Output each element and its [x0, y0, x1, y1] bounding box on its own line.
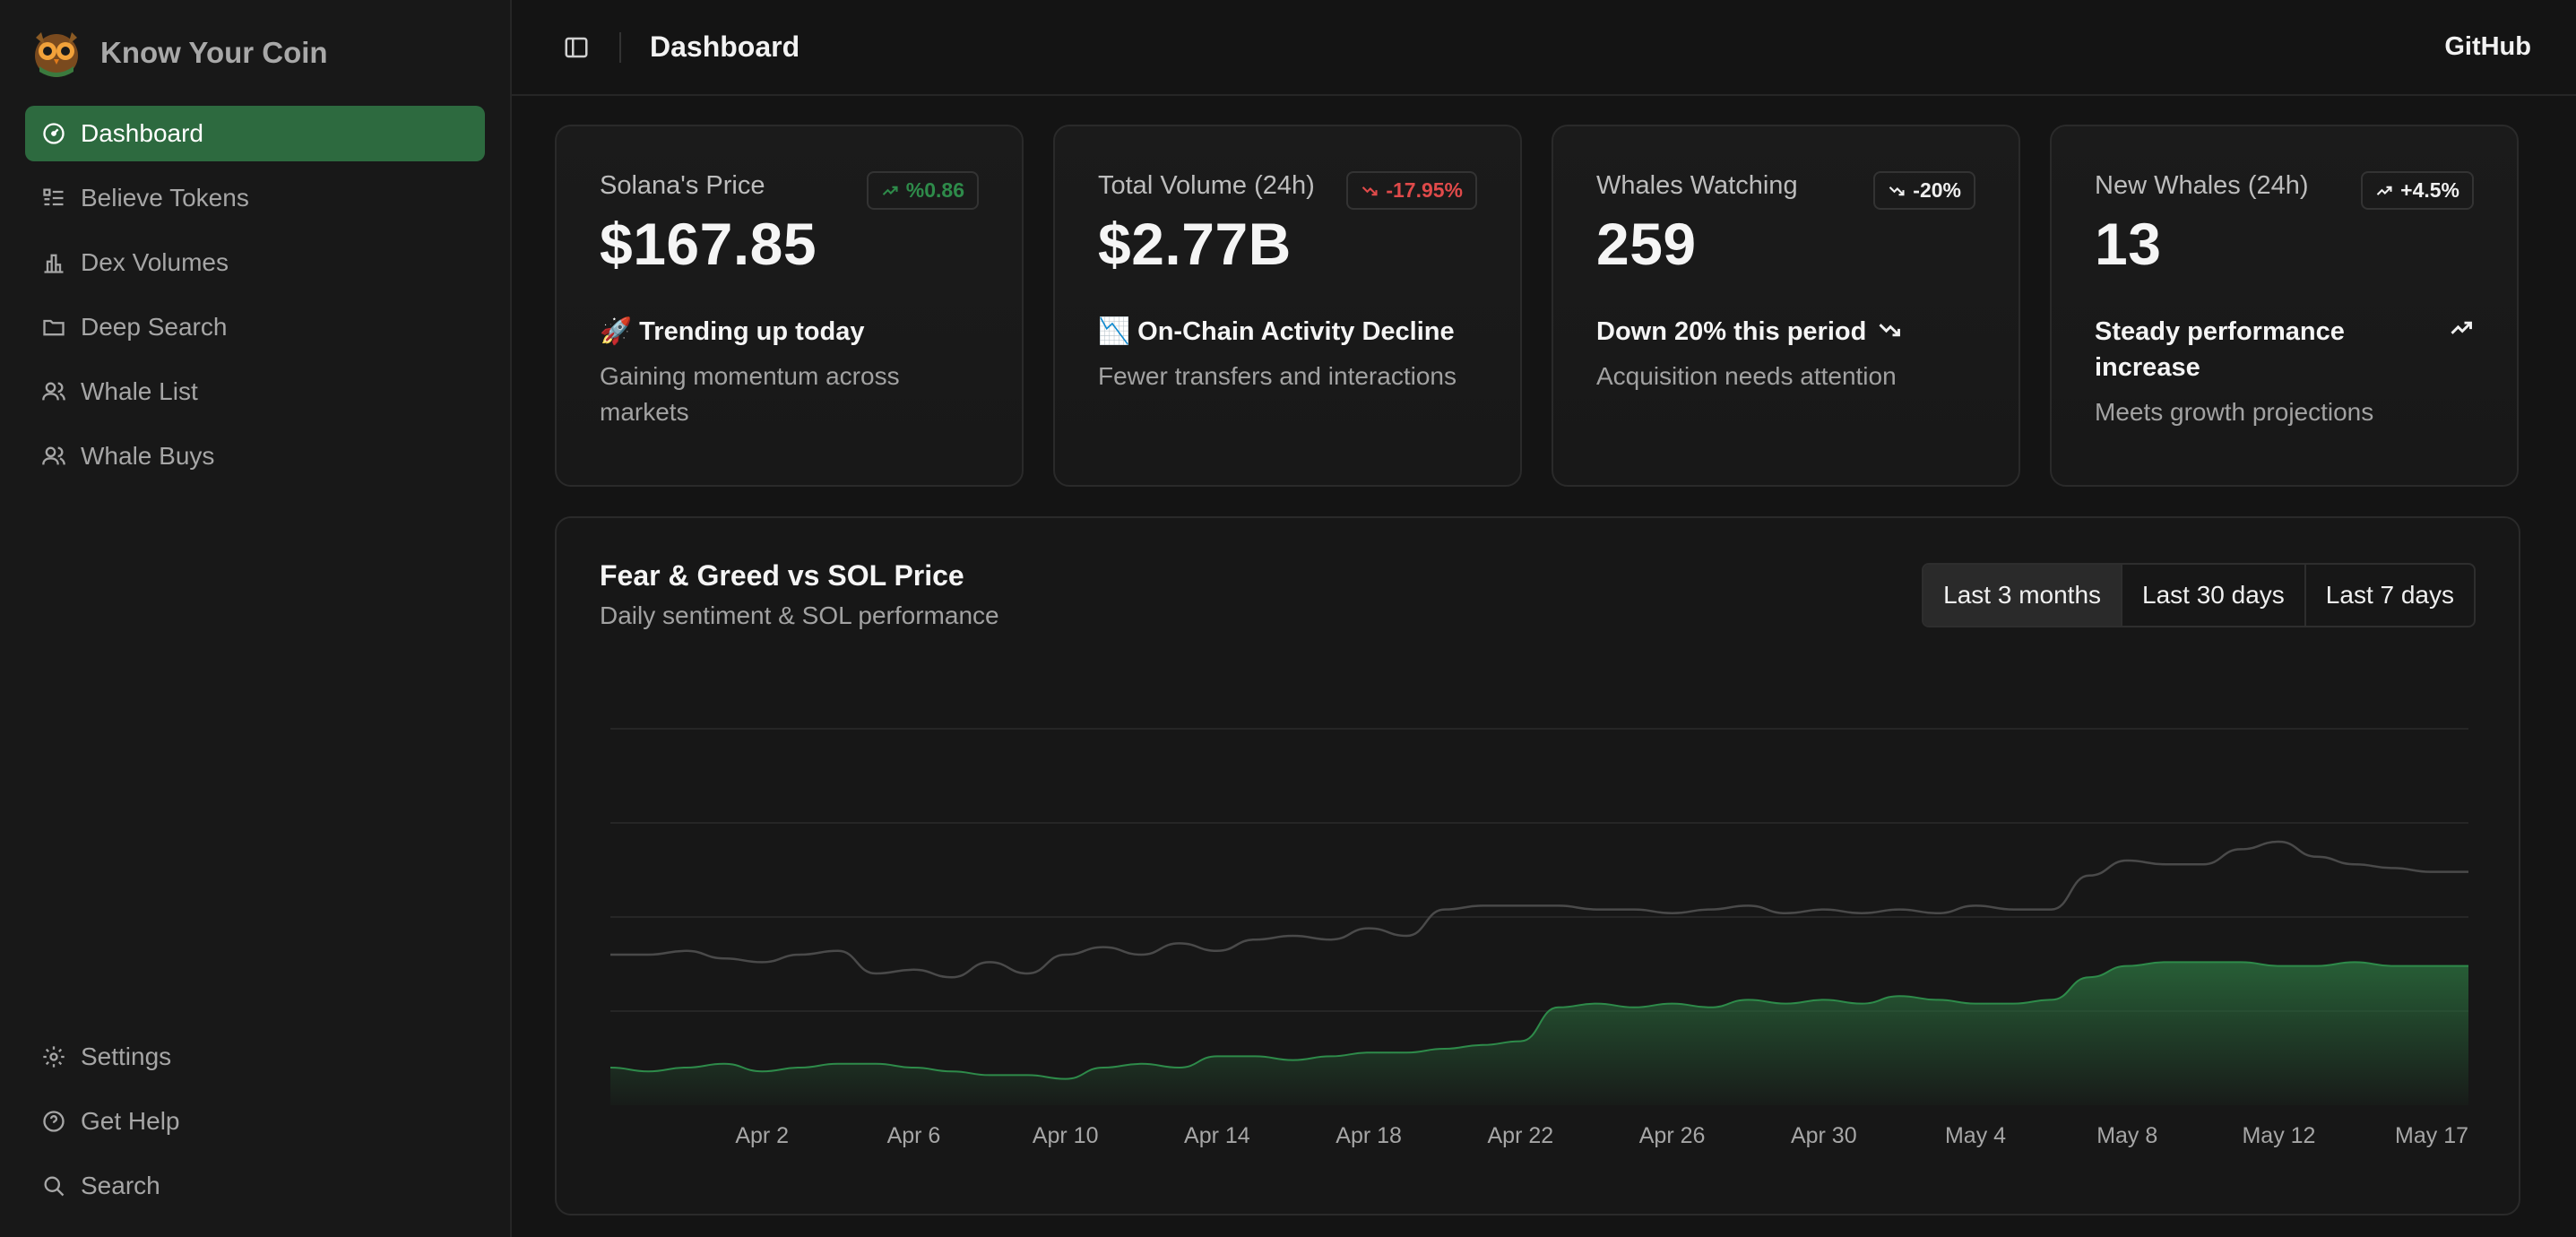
stat-card-value: 259: [1596, 211, 1697, 277]
content: Solana's Price %0.86 $167.85 🚀 Trending …: [512, 96, 2576, 1215]
stat-card-new-whales: New Whales (24h) +4.5% 13 Steady perform…: [2050, 125, 2519, 487]
topbar: Dashboard GitHub: [512, 0, 2576, 96]
brand[interactable]: Know Your Coin: [25, 23, 485, 82]
trend-badge-value: -20%: [1913, 178, 1961, 202]
trend-up-icon: [882, 186, 898, 195]
stat-card-value: 13: [2095, 211, 2162, 277]
sidebar-toggle-icon: [565, 37, 588, 57]
sidebar-nav: Dashboard Believe Tokens Dex Volumes Dee…: [25, 106, 485, 484]
stat-card-subtext: Gaining momentum across markets: [600, 362, 900, 426]
users-icon: [42, 382, 65, 401]
stat-card-headline: 🚀 Trending up today: [600, 314, 979, 350]
sidebar-item-settings[interactable]: Settings: [25, 1029, 485, 1085]
github-link[interactable]: GitHub: [2444, 32, 2531, 62]
sidebar-item-label: Deep Search: [81, 313, 228, 341]
stat-card-value: $2.77B: [1098, 211, 1292, 277]
x-tick-label: Apr 26: [1639, 1123, 1706, 1148]
series-area-fill: [610, 962, 2468, 1105]
sidebar-item-believe-tokens[interactable]: Believe Tokens: [25, 170, 485, 226]
search-icon: [44, 1176, 65, 1197]
sidebar-item-search[interactable]: Search: [25, 1158, 485, 1214]
sidebar-item-dex-volumes[interactable]: Dex Volumes: [25, 235, 485, 290]
stat-card-headline: Down 20% this period: [1596, 314, 1975, 350]
x-tick-label: May 12: [2242, 1123, 2315, 1148]
topbar-divider: [619, 31, 621, 63]
sidebar-item-whale-list[interactable]: Whale List: [25, 364, 485, 420]
sidebar: Know Your Coin Dashboard Believe Tokens …: [0, 0, 512, 1237]
page-title: Dashboard: [650, 30, 800, 63]
trend-up-icon: [2451, 321, 2472, 334]
main-area: Dashboard GitHub Solana's Price %0.86 $1…: [512, 0, 2576, 1237]
x-tick-label: Apr 18: [1336, 1123, 1402, 1148]
stat-card-subtext: Fewer transfers and interactions: [1098, 362, 1457, 390]
fear-greed-chart-card: Fear & Greed vs SOL Price Daily sentimen…: [555, 516, 2520, 1215]
sidebar-item-label: Get Help: [81, 1107, 180, 1135]
trend-badge-value: -17.95%: [1386, 178, 1463, 202]
brand-name: Know Your Coin: [100, 36, 328, 69]
trend-down-icon: [1879, 324, 1901, 337]
stat-card-whales-watching: Whales Watching -20% 259 Down 20% this p…: [1552, 125, 2020, 487]
bar-chart-icon: [44, 254, 64, 273]
x-tick-label: Apr 10: [1033, 1123, 1099, 1148]
sidebar-item-label: Dex Volumes: [81, 248, 229, 276]
users-icon: [42, 446, 65, 465]
sidebar-item-deep-search[interactable]: Deep Search: [25, 299, 485, 355]
trend-badge: %0.86: [866, 171, 979, 210]
sidebar-item-label: Dashboard: [81, 119, 203, 147]
trend-badge-value: +4.5%: [2400, 178, 2459, 202]
stat-card-headline: Steady performance increase: [2095, 314, 2474, 385]
stat-card-headline-text: Steady performance increase: [2095, 317, 2345, 382]
dashboard-icon: [43, 123, 65, 144]
stat-card-subtext: Meets growth projections: [2095, 398, 2374, 426]
x-tick-label: Apr 6: [887, 1123, 941, 1148]
stat-card-headline-text: Down 20% this period: [1596, 317, 1867, 346]
stat-card-headline-text: 🚀 Trending up today: [600, 317, 865, 346]
fear-greed-chart: Apr 2 Apr 6 Apr 10 Apr 14 Apr 18 Apr 22 Apr 26…: [609, 728, 2469, 1148]
gear-icon: [43, 1046, 65, 1068]
sidebar-item-label: Believe Tokens: [81, 184, 249, 212]
trend-down-icon: [1889, 186, 1905, 195]
trend-badge-value: %0.86: [905, 178, 964, 202]
x-tick-label: Apr 14: [1184, 1123, 1250, 1148]
x-tick-label: Apr 30: [1791, 1123, 1857, 1148]
sidebar-item-dashboard[interactable]: Dashboard: [25, 106, 485, 161]
list-icon: [43, 188, 64, 206]
sidebar-item-label: Whale Buys: [81, 442, 215, 470]
help-icon: [43, 1111, 65, 1132]
x-tick-label: May 4: [1945, 1123, 2006, 1148]
stat-card-subtext: Acquisition needs attention: [1596, 362, 1897, 390]
trend-badge: +4.5%: [2361, 171, 2474, 210]
x-tick-label: Apr 2: [735, 1123, 789, 1148]
trend-badge: -17.95%: [1346, 171, 1477, 210]
sidebar-item-label: Whale List: [81, 377, 198, 405]
stat-card-headline-text: 📉 On-Chain Activity Decline: [1098, 317, 1455, 346]
sidebar-toggle-button[interactable]: [557, 28, 596, 67]
stat-card-headline: 📉 On-Chain Activity Decline: [1098, 314, 1477, 350]
trend-badge: -20%: [1873, 171, 1975, 210]
sidebar-item-label: Search: [81, 1172, 160, 1199]
sidebar-bottom: Settings Get Help Search: [25, 1029, 485, 1214]
series-line: [609, 840, 2468, 979]
trend-up-icon: [2376, 186, 2392, 195]
x-tick-label: May 17: [2395, 1123, 2468, 1148]
x-tick-label: May 8: [2096, 1123, 2157, 1148]
stat-card-sol-price: Solana's Price %0.86 $167.85 🚀 Trending …: [555, 125, 1024, 487]
sidebar-item-label: Settings: [81, 1042, 172, 1070]
stat-card-total-volume: Total Volume (24h) -17.95% $2.77B 📉 On-C…: [1053, 125, 1522, 487]
app-root: Know Your Coin Dashboard Believe Tokens …: [0, 0, 2576, 1237]
folder-icon: [43, 319, 65, 336]
trend-down-icon: [1362, 186, 1378, 195]
stat-cards: Solana's Price %0.86 $167.85 🚀 Trending …: [555, 125, 2520, 487]
owl-logo-icon: [35, 32, 78, 77]
x-tick-label: Apr 22: [1488, 1123, 1554, 1148]
stat-card-value: $167.85: [600, 211, 817, 277]
sidebar-item-whale-buys[interactable]: Whale Buys: [25, 428, 485, 484]
sidebar-item-get-help[interactable]: Get Help: [25, 1094, 485, 1149]
